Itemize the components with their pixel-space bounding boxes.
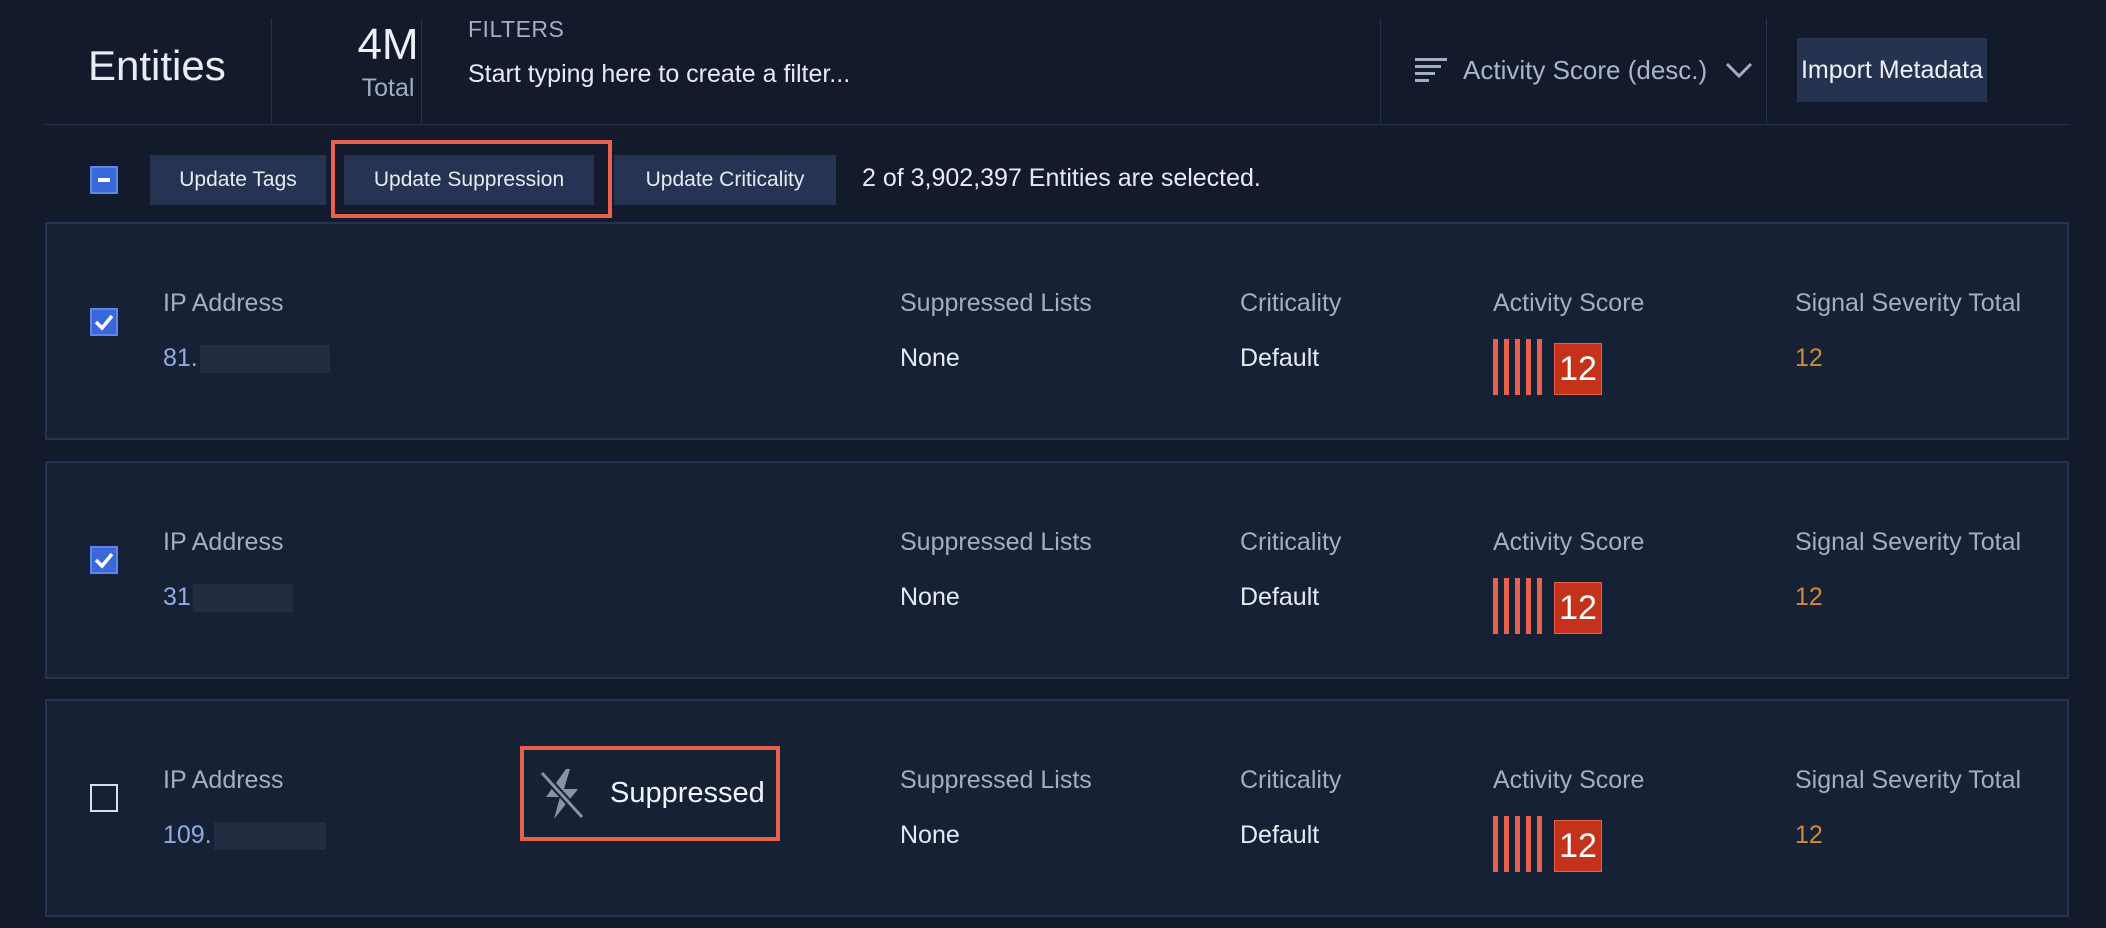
select-all-checkbox[interactable] (90, 166, 118, 194)
row-checkbox[interactable] (90, 784, 118, 812)
suppressed-lists-label: Suppressed Lists (900, 528, 1092, 556)
suppressed-lists-value: None (900, 821, 960, 849)
redacted-ip (213, 821, 326, 850)
checkmark-icon (94, 552, 114, 569)
ip-address-value: 81. (163, 344, 198, 372)
bulk-action-bar: Update Tags Update Suppression Update Cr… (0, 140, 2106, 218)
criticality-label: Criticality (1240, 528, 1342, 556)
update-criticality-button[interactable]: Update Criticality (614, 155, 836, 205)
highlight-update-suppression (331, 140, 612, 218)
signal-severity-label: Signal Severity Total (1795, 528, 2022, 556)
ip-address-value: 31 (163, 583, 191, 611)
suppressed-text: Suppressed (610, 777, 765, 809)
suppressed-lists-label: Suppressed Lists (900, 766, 1092, 794)
suppressed-bolt-icon (539, 768, 585, 819)
suppressed-lists-value: None (900, 583, 960, 611)
activity-bars (1493, 578, 1548, 634)
row-checkbox[interactable] (90, 308, 118, 336)
criticality-value: Default (1240, 344, 1320, 372)
header-divider (1380, 18, 1381, 124)
header-divider (1766, 18, 1767, 124)
criticality-value: Default (1240, 821, 1320, 849)
filters-label: FILTERS (468, 16, 565, 42)
activity-score-badge: 12 (1554, 820, 1602, 872)
ip-address-label: IP Address (163, 528, 284, 556)
activity-score-badge: 12 (1554, 343, 1602, 395)
entity-row[interactable]: IP Address 31 Suppressed Lists None Crit… (45, 461, 2069, 679)
sort-dropdown[interactable]: Activity Score (desc.) (1415, 50, 1753, 90)
filter-input[interactable] (468, 56, 1348, 92)
activity-bars (1493, 816, 1548, 872)
signal-severity-label: Signal Severity Total (1795, 766, 2022, 794)
header-divider (271, 18, 272, 124)
row-checkbox[interactable] (90, 546, 118, 574)
update-tags-button[interactable]: Update Tags (150, 155, 326, 205)
sort-lines-icon (1415, 58, 1447, 82)
ip-address-label: IP Address (163, 289, 284, 317)
suppressed-lists-label: Suppressed Lists (900, 289, 1092, 317)
redacted-ip (199, 344, 330, 373)
ip-address-value: 109. (163, 821, 212, 849)
checkmark-icon (94, 314, 114, 331)
entity-row[interactable]: IP Address 81. Suppressed Lists None Cri… (45, 222, 2069, 440)
criticality-value: Default (1240, 583, 1320, 611)
activity-score-badge: 12 (1554, 582, 1602, 634)
import-metadata-button[interactable]: Import Metadata (1797, 38, 1987, 102)
signal-severity-value: 12 (1795, 344, 1823, 372)
page-title: Entities (88, 42, 226, 89)
signal-severity-label: Signal Severity Total (1795, 289, 2022, 317)
criticality-label: Criticality (1240, 766, 1342, 794)
ip-address-label: IP Address (163, 766, 284, 794)
activity-score-label: Activity Score (1493, 289, 1645, 317)
suppressed-badge: Suppressed (520, 746, 780, 841)
sort-label: Activity Score (desc.) (1463, 54, 1708, 85)
suppressed-lists-value: None (900, 344, 960, 372)
activity-score-label: Activity Score (1493, 528, 1645, 556)
selection-count-text: 2 of 3,902,397 Entities are selected. (862, 164, 1261, 192)
chevron-down-icon (1726, 62, 1753, 79)
header-divider (421, 18, 422, 124)
criticality-label: Criticality (1240, 289, 1342, 317)
minus-icon (98, 178, 110, 182)
ip-address-link[interactable]: 109. (163, 821, 326, 850)
activity-score-label: Activity Score (1493, 766, 1645, 794)
ip-address-link[interactable]: 31 (163, 583, 293, 612)
activity-score-graphic: 12 (1493, 578, 1602, 634)
total-label: Total (361, 74, 415, 102)
activity-score-graphic: 12 (1493, 339, 1602, 395)
signal-severity-value: 12 (1795, 583, 1823, 611)
entity-row[interactable]: IP Address 109. Suppressed Suppressed Li… (45, 699, 2069, 917)
header-bar: Entities 4M Total FILTERS Activity Score… (45, 0, 2069, 125)
ip-address-link[interactable]: 81. (163, 344, 330, 373)
signal-severity-value: 12 (1795, 821, 1823, 849)
activity-score-graphic: 12 (1493, 816, 1602, 872)
redacted-ip (192, 583, 293, 612)
total-count: 4M (357, 20, 419, 69)
activity-bars (1493, 339, 1548, 395)
